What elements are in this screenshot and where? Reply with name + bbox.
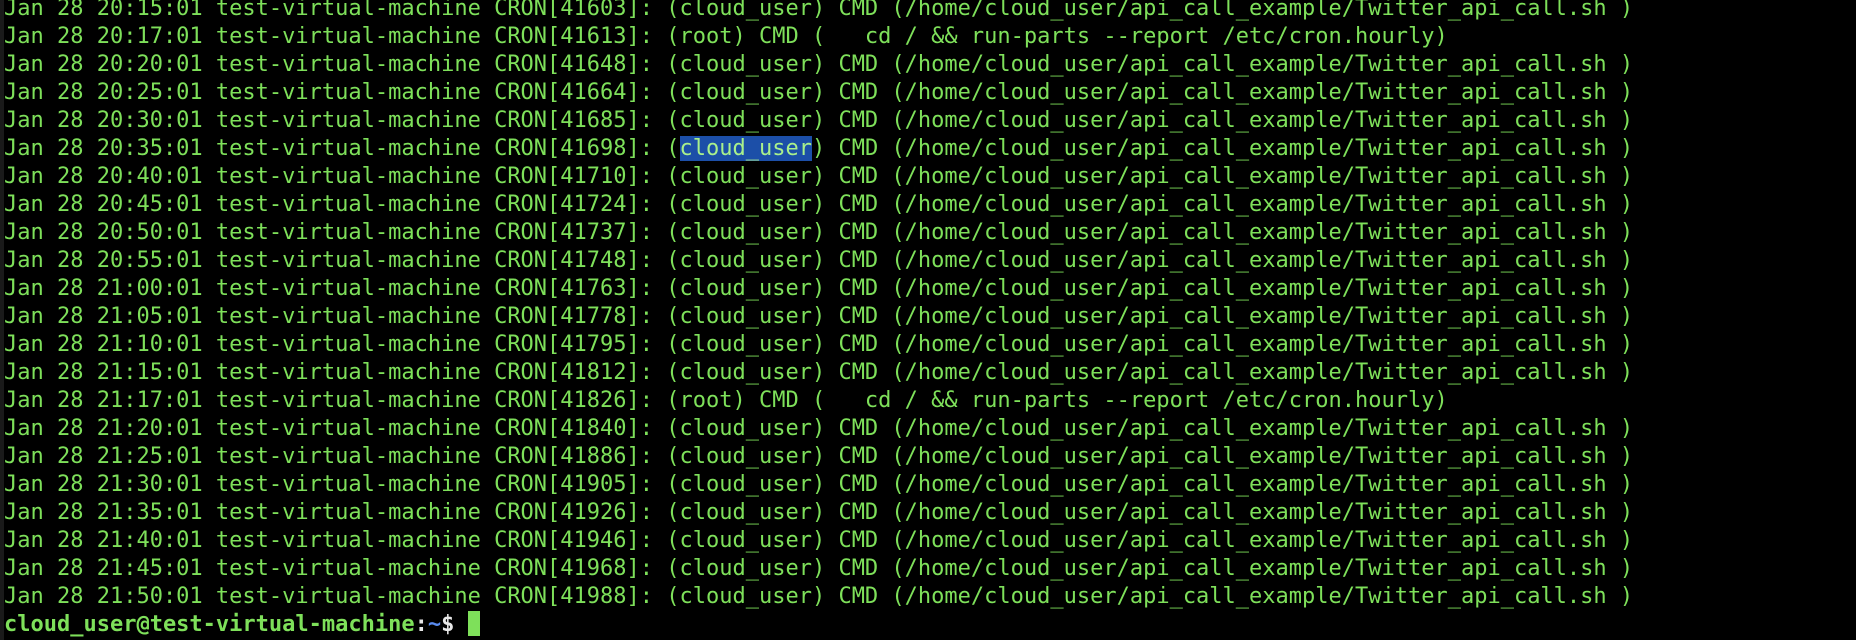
log-line: Jan 28 20:40:01 test-virtual-machine CRO…	[4, 164, 1634, 189]
log-line: Jan 28 20:55:01 test-virtual-machine CRO…	[4, 248, 1634, 273]
log-line: Jan 28 21:05:01 test-virtual-machine CRO…	[4, 304, 1634, 329]
log-line: Jan 28 21:20:01 test-virtual-machine CRO…	[4, 416, 1634, 441]
log-line: Jan 28 20:45:01 test-virtual-machine CRO…	[4, 192, 1634, 217]
cursor-block[interactable]	[467, 611, 480, 636]
log-line: Jan 28 20:20:01 test-virtual-machine CRO…	[4, 52, 1634, 77]
shell-prompt[interactable]: cloud_user@test-virtual-machine:~$	[4, 611, 1633, 639]
terminal-window[interactable]: Jan 28 20:15:01 test-virtual-machine CRO…	[0, 0, 1856, 640]
text-selection[interactable]: cloud_user	[679, 136, 812, 161]
log-line: Jan 28 21:35:01 test-virtual-machine CRO…	[4, 500, 1634, 525]
log-line: Jan 28 20:25:01 test-virtual-machine CRO…	[4, 80, 1634, 105]
log-line: Jan 28 20:15:01 test-virtual-machine CRO…	[4, 0, 1634, 21]
prompt-path: ~	[427, 612, 442, 637]
log-line: Jan 28 21:40:01 test-virtual-machine CRO…	[4, 528, 1634, 553]
log-line: Jan 28 21:10:01 test-virtual-machine CRO…	[4, 332, 1634, 357]
prompt-colon: :	[414, 612, 428, 637]
log-line: Jan 28 21:00:01 test-virtual-machine CRO…	[4, 276, 1634, 301]
log-line: Jan 28 20:17:01 test-virtual-machine CRO…	[4, 24, 1448, 49]
log-output: Jan 28 20:15:01 test-virtual-machine CRO…	[4, 0, 1633, 639]
log-line: Jan 28 20:30:01 test-virtual-machine CRO…	[4, 108, 1634, 133]
prompt-user-host: cloud_user@test-virtual-machine	[4, 612, 415, 637]
log-line: Jan 28 21:50:01 test-virtual-machine CRO…	[4, 584, 1634, 609]
log-line: Jan 28 20:50:01 test-virtual-machine CRO…	[4, 220, 1634, 245]
log-line-selected: Jan 28 20:35:01 test-virtual-machine CRO…	[4, 136, 1634, 161]
prompt-symbol: $	[441, 612, 468, 637]
log-line: Jan 28 21:17:01 test-virtual-machine CRO…	[4, 388, 1448, 413]
log-line: Jan 28 21:45:01 test-virtual-machine CRO…	[4, 556, 1634, 581]
log-line: Jan 28 21:15:01 test-virtual-machine CRO…	[4, 360, 1634, 385]
log-line: Jan 28 21:25:01 test-virtual-machine CRO…	[4, 444, 1634, 469]
log-line: Jan 28 21:30:01 test-virtual-machine CRO…	[4, 472, 1634, 497]
